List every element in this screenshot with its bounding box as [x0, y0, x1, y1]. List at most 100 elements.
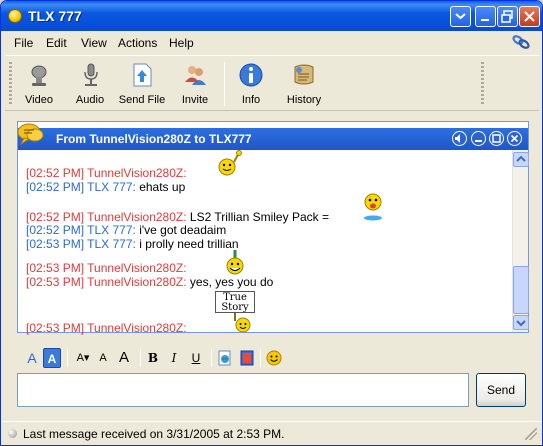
message-time: [02:52 PM] [26, 180, 85, 194]
invite-button[interactable]: Invite [175, 60, 215, 108]
font-color-button[interactable]: A [23, 348, 41, 368]
restore-icon [501, 10, 513, 23]
chevron-down-icon [516, 320, 526, 327]
wave-smiley-icon [218, 150, 242, 176]
conversation-title: From TunnelVision280Z to TLX777 [56, 132, 252, 146]
panel-minimize-button[interactable] [471, 131, 486, 146]
toolbar-separator [224, 62, 225, 106]
video-icon [31, 65, 47, 86]
video-label: Video [25, 94, 53, 106]
conversation-header[interactable]: From TunnelVision280Z to TLX777 [17, 123, 528, 150]
message-time: [02:53 PM] [26, 275, 85, 289]
menu-actions[interactable]: Actions [118, 36, 157, 50]
message-row: [02:52 PM] TunnelVision280Z: [26, 166, 187, 181]
insert-image-button[interactable] [238, 348, 256, 368]
message-row: [02:53 PM] TunnelVision280Z: [26, 261, 187, 276]
panel-maximize-button[interactable] [489, 131, 504, 146]
smiley-icon [266, 350, 282, 366]
title-bar[interactable]: TLX 777 [1, 1, 542, 31]
message-row: [02:53 PM] TLX 777: i prolly need trilli… [26, 237, 239, 252]
decrease-font-button[interactable]: A [96, 348, 110, 368]
message-text: i've got deadaim [139, 223, 227, 237]
message-nick: TunnelVision280Z: [87, 275, 187, 289]
toolbar-grip-right[interactable] [481, 62, 484, 106]
message-time: [02:52 PM] [26, 210, 85, 224]
send-button[interactable]: Send [476, 373, 526, 407]
chat-bubbles-icon [17, 123, 44, 146]
increase-font-button[interactable]: A [114, 348, 134, 368]
chain-link-icon[interactable] [511, 34, 531, 50]
trillian-icon [8, 9, 22, 23]
format-separator [140, 349, 141, 367]
info-icon [239, 63, 263, 87]
message-scrollbar[interactable] [512, 150, 529, 332]
close-icon [510, 134, 519, 143]
window-title: TLX 777 [28, 8, 82, 24]
format-separator [67, 349, 68, 367]
message-nick: TunnelVision280Z: [87, 210, 187, 224]
sign-line-2: Story [221, 302, 249, 313]
audio-label: Audio [75, 94, 105, 106]
minimize-button[interactable] [475, 6, 496, 27]
message-input-box[interactable] [17, 373, 469, 407]
microphone-icon [84, 63, 98, 86]
menu-help[interactable]: Help [169, 36, 194, 50]
menu-view[interactable]: View [81, 36, 107, 50]
scroll-up-button[interactable] [513, 152, 529, 167]
bold-button[interactable]: B [146, 348, 160, 368]
chevron-down-icon [455, 13, 466, 20]
chevron-up-icon [516, 155, 526, 162]
invite-label: Invite [181, 94, 209, 106]
main-toolbar: Video Audio Send File Invite Info Histor… [5, 55, 539, 111]
speaker-icon [455, 134, 460, 143]
message-row: [02:53 PM] TunnelVision280Z: yes, yes yo… [26, 275, 274, 290]
history-icon [294, 64, 314, 85]
im-window: TLX 777 File Edit View Actions Help Vide… [0, 0, 543, 446]
message-text: ehats up [139, 180, 186, 194]
restore-button[interactable] [497, 6, 518, 27]
italic-button[interactable]: I [167, 348, 181, 368]
send-file-label: Send File [118, 94, 166, 106]
message-input[interactable] [18, 374, 468, 406]
scroll-thumb[interactable] [513, 266, 529, 314]
insert-link-button[interactable] [216, 348, 234, 368]
underline-button[interactable]: U [189, 348, 203, 368]
info-label: Info [241, 94, 261, 106]
panel-close-button[interactable] [507, 131, 522, 146]
send-file-button[interactable]: Send File [115, 60, 169, 108]
close-button[interactable] [519, 6, 540, 27]
menu-file[interactable]: File [14, 36, 33, 50]
emoticon-button[interactable] [265, 348, 283, 368]
sound-button[interactable] [452, 131, 467, 146]
true-story-sign-icon: True Story [215, 289, 257, 333]
conversation-panel: From TunnelVision280Z to TLX777 [02:52 P… [17, 121, 529, 335]
message-nick: TunnelVision280Z: [87, 261, 187, 275]
message-time: [02:53 PM] [26, 237, 85, 251]
font-select-button[interactable]: A▾ [72, 348, 94, 368]
help-chevron-button[interactable] [450, 6, 471, 27]
toolbar-grip[interactable] [9, 62, 12, 106]
send-file-icon [133, 63, 152, 87]
invite-icon [185, 66, 206, 85]
message-time: [02:52 PM] [26, 223, 85, 237]
message-nick: TLX 777: [87, 180, 136, 194]
info-button[interactable]: Info [231, 60, 271, 108]
background-color-button[interactable]: A [43, 348, 61, 368]
globe-page-icon [218, 350, 231, 366]
message-time: [02:52 PM] [26, 166, 85, 180]
message-row: [02:52 PM] TLX 777: ehats up [26, 180, 186, 195]
history-label: History [286, 94, 322, 106]
status-bar: Last message received on 3/31/2005 at 2:… [1, 421, 542, 445]
resize-grip[interactable] [525, 428, 537, 440]
audio-button[interactable]: Audio [70, 60, 110, 108]
message-log[interactable]: [02:52 PM] TunnelVision280Z: [02:52 PM] … [26, 150, 510, 335]
message-time: [02:53 PM] [26, 261, 85, 275]
video-button[interactable]: Video [19, 60, 59, 108]
minimize-icon [475, 140, 482, 142]
menu-edit[interactable]: Edit [46, 36, 67, 50]
history-button[interactable]: History [281, 60, 327, 108]
message-text: yes, yes you do [189, 275, 274, 289]
tongue-smiley-icon [364, 193, 382, 221]
scroll-down-button[interactable] [513, 315, 529, 330]
message-row: [02:53 PM] TunnelVision280Z: [26, 321, 187, 336]
